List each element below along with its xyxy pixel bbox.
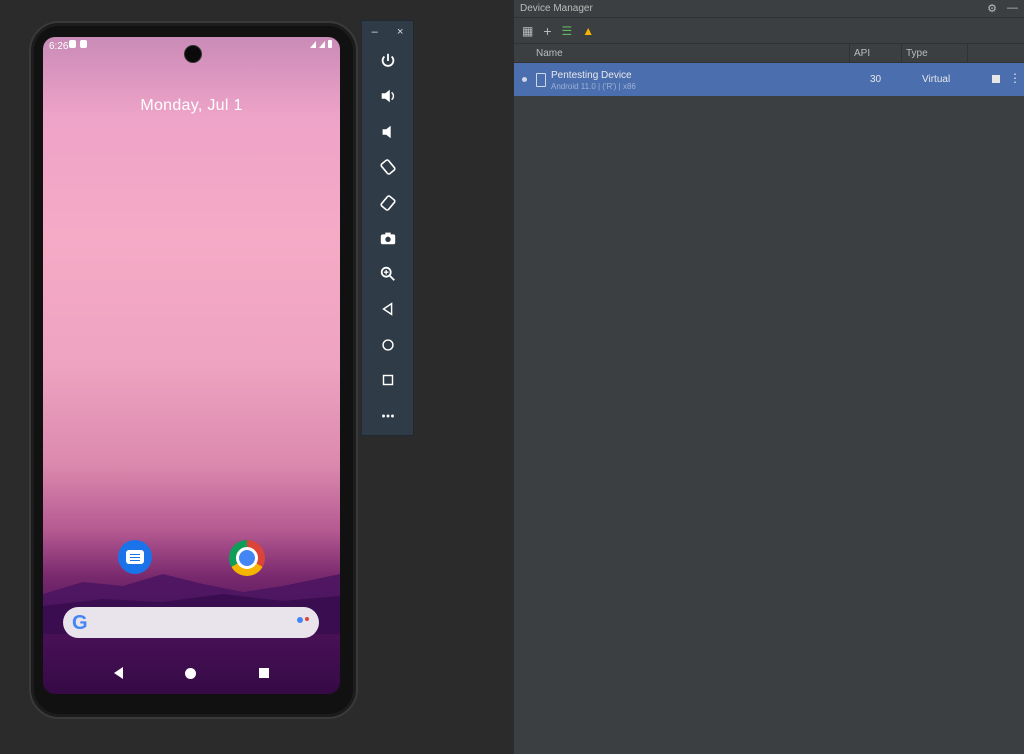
volume-up-icon: [381, 89, 394, 103]
screenshot-button[interactable]: [362, 221, 413, 257]
home-button[interactable]: [362, 327, 413, 363]
device-type: Virtual: [922, 74, 951, 85]
nav-overview-icon[interactable]: [258, 668, 269, 678]
wifi-icon: [310, 41, 316, 48]
chrome-app-icon[interactable]: [229, 540, 265, 576]
phone-device-icon: [536, 73, 546, 87]
device-grid-icon[interactable]: ▦: [522, 24, 533, 38]
column-name[interactable]: Name: [514, 44, 850, 62]
overview-button[interactable]: [362, 363, 413, 399]
device-manager-titlebar: Device Manager ⚙ —: [514, 0, 1024, 18]
settings-gear-icon[interactable]: ⚙: [987, 2, 997, 15]
battery-icon: [328, 40, 332, 48]
device-manager-toolbar: ▦ + ☰ ▲: [514, 18, 1024, 44]
notification-icon: [69, 40, 76, 48]
back-triangle-icon: [381, 302, 392, 316]
more-dots-icon: [381, 414, 394, 418]
back-button[interactable]: [362, 292, 413, 328]
google-assistant-icon[interactable]: [297, 617, 309, 623]
stop-device-icon[interactable]: [992, 75, 1000, 83]
zoom-icon: [380, 266, 395, 281]
pair-wifi-icon[interactable]: ☰: [562, 24, 573, 38]
power-icon: [381, 53, 394, 67]
volume-down-button[interactable]: [362, 114, 413, 150]
rotate-right-button[interactable]: [362, 185, 413, 221]
messages-app-icon[interactable]: [118, 540, 152, 574]
device-name: Pentesting Device: [551, 70, 632, 81]
overview-square-icon: [382, 375, 393, 386]
sd-card-icon: [80, 40, 87, 48]
google-logo-icon: G: [72, 612, 88, 634]
volume-down-icon: [382, 125, 391, 139]
firebase-icon[interactable]: ▲: [582, 24, 594, 38]
column-api[interactable]: API: [850, 44, 902, 62]
status-system-icons: [310, 40, 332, 48]
more-button[interactable]: [362, 398, 413, 434]
create-device-icon[interactable]: +: [543, 23, 551, 39]
google-search-bar[interactable]: G: [63, 607, 319, 638]
device-status-dot: [522, 77, 527, 82]
rotate-left-button[interactable]: [362, 150, 413, 186]
signal-icon: [319, 41, 325, 48]
front-camera: [184, 45, 202, 63]
rotate-right-icon: [379, 194, 396, 211]
device-table-header: Name API Type: [514, 44, 1024, 63]
android-navbar: [43, 652, 340, 694]
home-circle-icon: [381, 339, 394, 351]
lockscreen-date[interactable]: Monday, Jul 1: [43, 97, 340, 115]
minimize-button[interactable]: –: [372, 26, 378, 38]
power-button[interactable]: [362, 43, 413, 79]
phone-screen[interactable]: 6:26 Monday, Jul 1 G: [43, 37, 340, 694]
rotate-left-icon: [379, 159, 396, 176]
status-notification-icons: [69, 40, 87, 48]
device-manager-title: Device Manager: [520, 3, 593, 14]
emulator-toolbar: – ×: [361, 20, 414, 436]
nav-home-icon[interactable]: [185, 667, 197, 679]
emulator-area: 6:26 Monday, Jul 1 G – ×: [0, 0, 514, 754]
device-subtitle: Android 11.0 | ('R') | x86: [551, 82, 636, 91]
zoom-button[interactable]: [362, 256, 413, 292]
volume-up-button[interactable]: [362, 79, 413, 115]
close-button[interactable]: ×: [397, 26, 403, 38]
device-api: 30: [870, 74, 882, 85]
column-type[interactable]: Type: [902, 44, 968, 62]
nav-back-icon[interactable]: [114, 667, 124, 679]
hide-panel-icon[interactable]: —: [1007, 2, 1018, 15]
device-row[interactable]: Pentesting Device Android 11.0 | ('R') |…: [514, 63, 1024, 96]
camera-icon: [380, 232, 395, 245]
device-more-icon[interactable]: ⋮: [1009, 71, 1021, 85]
status-time: 6:26: [49, 41, 69, 52]
device-manager-panel: Device Manager ⚙ — ▦ + ☰ ▲ Name API Type…: [514, 0, 1024, 754]
